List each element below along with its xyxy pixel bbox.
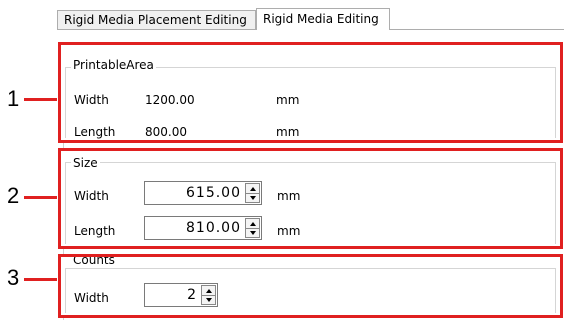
tab-strip: Rigid Media Placement Editing Rigid Medi… bbox=[57, 8, 564, 30]
counts-title: Counts bbox=[71, 257, 117, 266]
tab-rigid-media-editing[interactable]: Rigid Media Editing bbox=[256, 8, 390, 30]
size-width-spin[interactable] bbox=[245, 183, 260, 203]
size-length-stepper[interactable]: 810.00 bbox=[144, 216, 262, 240]
counts-width-stepper[interactable]: 2 bbox=[144, 283, 218, 307]
printable-area-group bbox=[65, 67, 556, 138]
printable-width-value: 1200.00 bbox=[145, 93, 195, 107]
spin-down-icon[interactable] bbox=[246, 193, 259, 202]
callout-2-line bbox=[24, 196, 58, 199]
printable-length-unit: mm bbox=[276, 125, 300, 139]
spin-down-icon[interactable] bbox=[246, 228, 259, 237]
printable-length-value: 800.00 bbox=[145, 125, 187, 139]
spin-down-icon[interactable] bbox=[202, 295, 215, 304]
size-title: Size bbox=[71, 155, 100, 171]
printable-area-title: PrintableArea bbox=[71, 57, 156, 73]
printable-width-unit: mm bbox=[276, 93, 300, 107]
size-group bbox=[65, 162, 556, 244]
printable-area-highlight: PrintableArea Width 1200.00 mm Length 80… bbox=[58, 42, 563, 143]
counts-width-label: Width bbox=[74, 291, 109, 305]
counts-width-input[interactable]: 2 bbox=[187, 284, 197, 306]
size-length-spin[interactable] bbox=[245, 218, 260, 238]
size-width-input[interactable]: 615.00 bbox=[186, 182, 241, 204]
size-width-label: Width bbox=[74, 189, 109, 203]
counts-highlight: Counts Width 2 bbox=[58, 254, 563, 318]
size-length-unit: mm bbox=[277, 224, 301, 238]
printable-width-label: Width bbox=[74, 93, 109, 107]
callout-3: 3 bbox=[7, 265, 20, 290]
callout-3-line bbox=[24, 278, 58, 281]
size-width-unit: mm bbox=[277, 189, 301, 203]
counts-group bbox=[65, 268, 556, 313]
size-length-input[interactable]: 810.00 bbox=[186, 217, 241, 239]
printable-length-label: Length bbox=[74, 125, 116, 139]
callout-1: 1 bbox=[7, 86, 20, 111]
size-highlight: Size Width 615.00 mm Length 810.00 mm bbox=[58, 148, 563, 249]
tab-rigid-media-placement-editing[interactable]: Rigid Media Placement Editing bbox=[57, 10, 256, 29]
size-length-label: Length bbox=[74, 224, 116, 238]
counts-width-spin[interactable] bbox=[201, 285, 216, 305]
size-width-stepper[interactable]: 615.00 bbox=[144, 181, 262, 205]
callout-1-line bbox=[24, 98, 58, 101]
callout-2: 2 bbox=[7, 183, 20, 208]
